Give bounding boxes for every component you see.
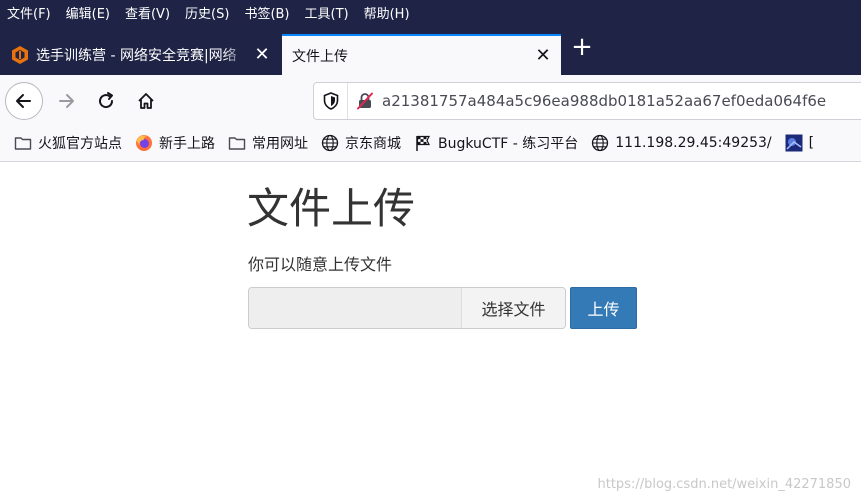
menu-help[interactable]: 帮助(H) [364, 3, 410, 22]
bookmark-ip-address[interactable]: 111.198.29.45:49253/ [591, 134, 772, 152]
bookmark-common-sites[interactable]: 常用网址 [228, 133, 308, 153]
page-title: 文件上传 [247, 184, 416, 233]
bookmark-jd-mall[interactable]: 京东商城 [321, 133, 401, 153]
watermark: https://blog.csdn.net/weixin_42271850 [597, 477, 851, 492]
home-button[interactable] [127, 82, 165, 120]
bookmark-label: 新手上路 [159, 136, 215, 152]
insecure-lock-icon[interactable] [348, 92, 382, 110]
globe-icon [592, 134, 609, 152]
menu-history[interactable]: 历史(S) [185, 3, 229, 22]
tab-title: 文件上传 [292, 48, 348, 65]
home-icon [138, 93, 154, 109]
close-icon[interactable]: ✕ [529, 45, 557, 66]
bookmark-truncated[interactable]: [ [785, 134, 814, 152]
menu-bar: 文件(F) 编辑(E) 查看(V) 历史(S) 书签(B) 工具(T) 帮助(H… [0, 0, 861, 24]
checkered-flag-icon [416, 135, 430, 151]
menu-edit[interactable]: 编辑(E) [66, 3, 110, 22]
url-bar[interactable]: a21381757a484a5c96ea988db0181a52aa67ef0e… [313, 82, 861, 120]
upload-button[interactable]: 上传 [570, 287, 637, 329]
close-icon[interactable]: ✕ [248, 44, 276, 65]
page-content: 文件上传 你可以随意上传文件 选择文件 上传 https://blog.csdn… [0, 162, 861, 502]
new-tab-button[interactable]: + [566, 34, 598, 64]
forward-button[interactable] [47, 82, 85, 120]
menu-tools[interactable]: 工具(T) [305, 3, 349, 22]
tab-file-upload[interactable]: 文件上传 ✕ [282, 34, 561, 75]
bookmark-label: [ [808, 135, 815, 151]
arrow-left-icon [16, 94, 31, 108]
tab-training-camp[interactable]: 选手训练营 - 网络安全竞赛|网络 ✕ [0, 34, 280, 75]
file-name-display[interactable] [249, 288, 461, 328]
bookmark-firefox-official[interactable]: 火狐官方站点 [14, 133, 122, 153]
bookmark-label: 常用网址 [252, 136, 308, 152]
globe-icon [321, 134, 339, 152]
bookmark-label: 火狐官方站点 [38, 136, 122, 152]
menu-view[interactable]: 查看(V) [125, 3, 170, 22]
reload-button[interactable] [87, 82, 125, 120]
bookmark-bugkuctf[interactable]: BugkuCTF - 练习平台 [414, 133, 578, 153]
bookmark-label: BugkuCTF - 练习平台 [438, 136, 579, 152]
menu-file[interactable]: 文件(F) [7, 3, 51, 22]
arrow-right-icon [59, 94, 74, 108]
choose-file-button[interactable]: 选择文件 [461, 288, 565, 328]
reload-icon [99, 92, 114, 109]
folder-icon [228, 137, 246, 150]
tab-title: 选手训练营 - 网络安全竞赛|网络 [36, 47, 237, 64]
site-thumbnail-icon [785, 134, 803, 152]
folder-icon [14, 137, 32, 150]
bookmark-label: 111.198.29.45:49253/ [615, 135, 772, 151]
shield-icon[interactable] [314, 83, 348, 119]
bookmarks-bar: 火狐官方站点 新手上路 常用网址 京东商城 BugkuCTF - 练习平台 11… [0, 125, 861, 162]
firefox-icon [136, 135, 152, 151]
tab-strip: 选手训练营 - 网络安全竞赛|网络 ✕ 文件上传 ✕ [0, 24, 861, 75]
file-input[interactable]: 选择文件 [248, 287, 566, 329]
url-text[interactable]: a21381757a484a5c96ea988db0181a52aa67ef0e… [382, 92, 826, 110]
training-camp-icon [12, 45, 28, 64]
bookmark-label: 京东商城 [345, 136, 401, 152]
menu-bookmarks[interactable]: 书签(B) [244, 3, 289, 22]
page-description: 你可以随意上传文件 [248, 255, 393, 274]
bookmark-getting-started[interactable]: 新手上路 [135, 133, 215, 153]
back-button[interactable] [5, 82, 43, 120]
